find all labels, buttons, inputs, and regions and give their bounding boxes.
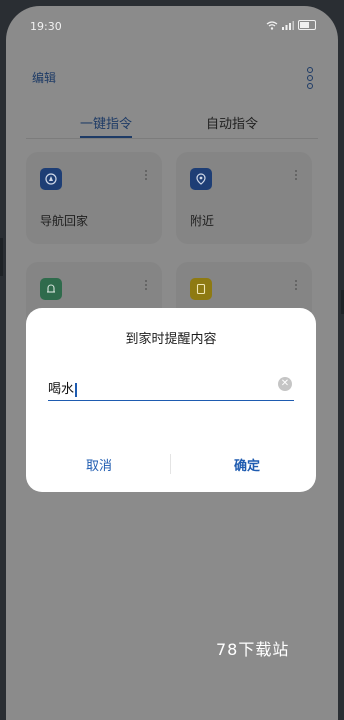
status-icons <box>266 20 316 30</box>
clear-input-icon[interactable]: ✕ <box>278 377 292 391</box>
card-menu-icon[interactable] <box>294 280 298 292</box>
command-card-navigate-home[interactable]: 导航回家 <box>26 152 162 244</box>
bell-icon <box>40 278 62 300</box>
location-pin-icon <box>190 168 212 190</box>
tab-one-tap-commands[interactable]: 一键指令 <box>80 113 133 138</box>
tab-bar: 一键指令 自动指令 <box>6 108 338 148</box>
signal-icon <box>282 20 294 30</box>
watermark: 78下载站 <box>216 640 290 659</box>
text-caret <box>75 382 77 397</box>
card-menu-icon[interactable] <box>144 170 148 182</box>
status-time: 19:30 <box>30 20 62 33</box>
dialog-title: 到家时提醒内容 <box>125 332 217 347</box>
note-icon <box>190 278 212 300</box>
command-card-nearby[interactable]: 附近 <box>176 152 312 244</box>
input-value: 喝水 <box>48 382 75 397</box>
cancel-button[interactable]: 取消 <box>86 455 112 474</box>
battery-icon <box>298 20 316 30</box>
reminder-dialog: 到家时提醒内容 喝水 ✕ 取消 确定 <box>26 308 316 492</box>
card-label: 附近 <box>190 214 215 228</box>
screen: 19:30 编辑 一键指令 自动指令 导航回家 附近 到家时提醒内容 喝水 ✕ … <box>6 6 338 720</box>
tab-auto-commands[interactable]: 自动指令 <box>206 113 258 132</box>
button-divider <box>170 454 171 474</box>
card-menu-icon[interactable] <box>294 170 298 182</box>
more-options-icon[interactable] <box>306 66 314 89</box>
wifi-icon <box>266 20 278 30</box>
card-menu-icon[interactable] <box>144 280 148 292</box>
dialog-buttons: 取消 确定 <box>26 448 316 478</box>
input-value-wrap: 喝水 <box>48 378 77 397</box>
edit-button[interactable]: 编辑 <box>32 69 56 86</box>
tab-divider <box>26 138 318 139</box>
card-label: 导航回家 <box>40 214 89 228</box>
compass-icon <box>40 168 62 190</box>
reminder-content-input[interactable]: 喝水 ✕ <box>48 372 294 401</box>
volume-button <box>0 238 3 276</box>
status-bar: 19:30 <box>6 6 338 42</box>
confirm-button[interactable]: 确定 <box>234 455 260 474</box>
